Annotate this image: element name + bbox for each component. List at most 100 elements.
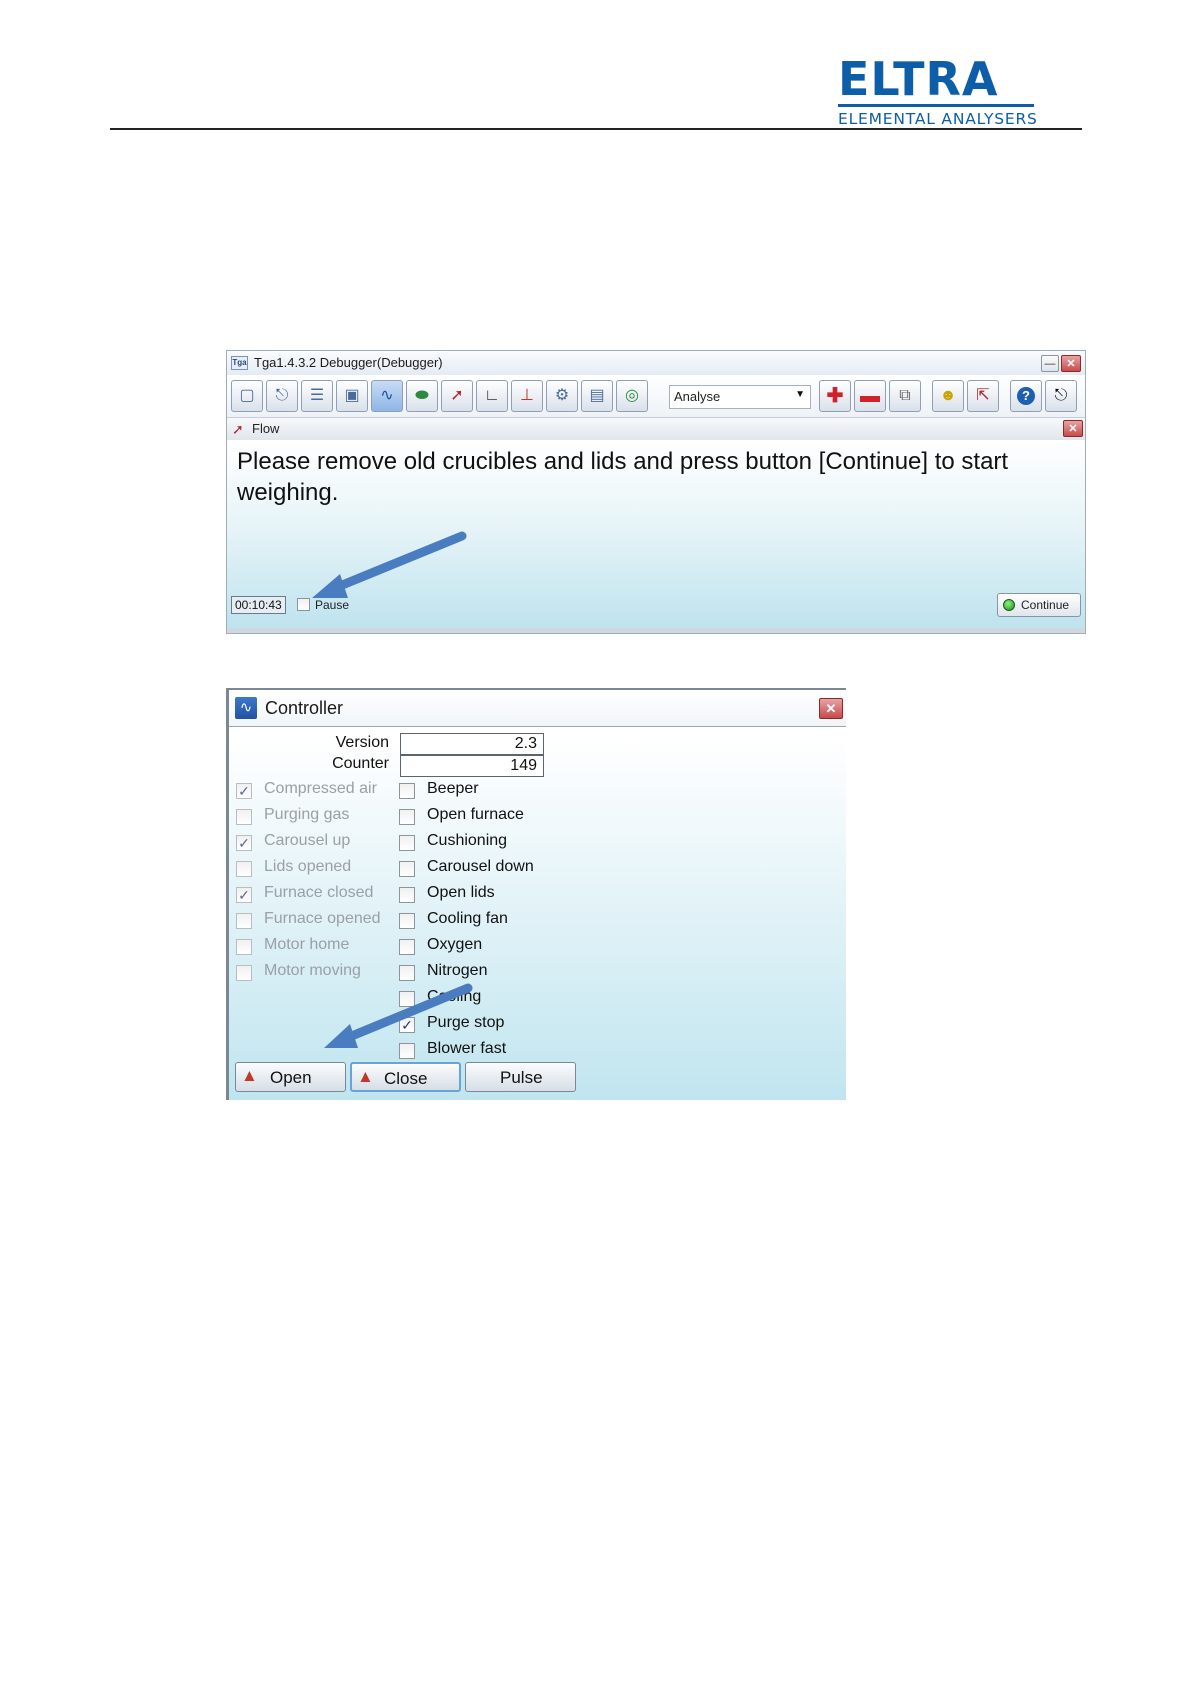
output-label: Nitrogen: [427, 962, 488, 979]
status-checkbox: [236, 861, 252, 877]
controller-icon: ∿: [380, 387, 394, 404]
exit-button[interactable]: ⎋: [1045, 380, 1077, 412]
controller-icon: ∿: [235, 697, 257, 719]
toolbar-controller-button[interactable]: ∿: [371, 380, 403, 412]
status-label: Motor moving: [264, 962, 361, 979]
cursor-button[interactable]: ⇱: [967, 380, 999, 412]
list-icon: ☰: [309, 387, 325, 404]
tga-debugger-window: Tga Tga1.4.3.2 Debugger(Debugger) — ✕ ▢ …: [226, 350, 1086, 634]
output-checkbox[interactable]: [399, 913, 415, 929]
toolbar-chart-button[interactable]: ∟: [476, 380, 508, 412]
minimize-button[interactable]: —: [1041, 355, 1059, 372]
output-label: Open furnace: [427, 806, 524, 823]
image-icon: ▣: [344, 387, 360, 404]
chart-icon: ∟: [484, 387, 500, 404]
output-checkbox[interactable]: [399, 991, 415, 1007]
status-checkbox: [236, 809, 252, 825]
status-label: Lids opened: [264, 858, 352, 875]
version-field: 2.3: [400, 733, 544, 755]
toolbar-target-button[interactable]: ◎: [616, 380, 648, 412]
pause-label: Pause: [315, 598, 350, 612]
status-checkbox: [236, 939, 252, 955]
output-checkbox[interactable]: [399, 783, 415, 799]
toolbar-oval-button[interactable]: ⬬: [406, 380, 438, 412]
toolbar-new-button[interactable]: ▢: [231, 380, 263, 412]
output-label: Cooling: [427, 988, 482, 1005]
status-checkbox: ✓: [236, 835, 252, 851]
output-checkbox[interactable]: [399, 835, 415, 851]
help-icon: ?: [1017, 387, 1035, 405]
status-label: Furnace closed: [264, 884, 374, 901]
toolbar-image-button[interactable]: ▣: [336, 380, 368, 412]
output-checkbox[interactable]: [399, 887, 415, 903]
status-checkbox: ✓: [236, 783, 252, 799]
open-button[interactable]: ▲ Open: [235, 1062, 346, 1092]
minimize-icon: —: [1044, 357, 1056, 370]
output-checkbox[interactable]: [399, 965, 415, 981]
toolbar-settings-button[interactable]: ⚙: [546, 380, 578, 412]
close-icon: ✕: [825, 700, 837, 716]
save-icon: ⎋: [275, 387, 289, 404]
toolbar-save-button[interactable]: ⎋: [266, 380, 298, 412]
plus-icon: ✚: [826, 385, 844, 407]
output-checkbox[interactable]: ✓: [399, 1017, 415, 1033]
output-label: Beeper: [427, 780, 479, 797]
output-label: Oxygen: [427, 936, 483, 953]
window-titlebar: Tga Tga1.4.3.2 Debugger(Debugger) — ✕: [227, 351, 1085, 376]
toolbar-list-button[interactable]: ☰: [301, 380, 333, 412]
add-button[interactable]: ✚: [819, 380, 851, 412]
toolbar-report-button[interactable]: ▤: [581, 380, 613, 412]
open-button-label: Open: [270, 1068, 312, 1087]
help-button[interactable]: ?: [1010, 380, 1042, 412]
toolbar-flow-button[interactable]: ➚: [441, 380, 473, 412]
controller-window: ∿ Controller ✕ Version 2.3 Counter 149 ✓…: [226, 688, 846, 1100]
chevron-down-icon: ▼: [795, 389, 805, 400]
target-icon: ◎: [625, 387, 639, 404]
output-checkbox[interactable]: [399, 939, 415, 955]
window-close-button[interactable]: ✕: [1061, 355, 1081, 372]
oval-icon: ⬬: [415, 387, 429, 404]
flow-close-button[interactable]: ✕: [1063, 420, 1083, 437]
header-divider: [110, 128, 1082, 130]
status-checkbox: ✓: [236, 887, 252, 903]
status-label: Motor home: [264, 936, 350, 953]
logo-rule: [838, 104, 1034, 107]
settings-icon: ⚙: [554, 387, 570, 404]
furnace-open-icon: ▲: [241, 1066, 258, 1085]
output-label: Cushioning: [427, 832, 508, 849]
output-checkbox[interactable]: [399, 1043, 415, 1059]
output-label: Cooling fan: [427, 910, 508, 927]
toolbar-temperature-button[interactable]: ⊥: [511, 380, 543, 412]
continue-label: Continue: [1021, 598, 1070, 612]
counter-field: 149: [400, 755, 544, 777]
output-label: Blower fast: [427, 1040, 507, 1057]
status-label: Compressed air: [264, 780, 377, 797]
app-icon: Tga: [231, 356, 248, 370]
close-button-label: Close: [384, 1069, 428, 1088]
pause-checkbox[interactable]: [297, 598, 310, 611]
cursor-icon: ⇱: [976, 387, 990, 404]
close-icon: ✕: [1066, 358, 1076, 370]
remove-button[interactable]: ▬: [854, 380, 886, 412]
pulse-button-label: Pulse: [500, 1068, 543, 1087]
output-checkbox[interactable]: [399, 809, 415, 825]
counter-label: Counter: [332, 755, 389, 772]
close-valve-button[interactable]: ▲ Close: [350, 1062, 461, 1092]
version-label: Version: [335, 734, 389, 751]
flow-panel-title: Flow: [252, 421, 280, 436]
user-button[interactable]: ☻: [932, 380, 964, 412]
elapsed-timer: 00:10:43: [231, 596, 286, 614]
pulse-button[interactable]: Pulse: [465, 1062, 576, 1092]
controller-close-button[interactable]: ✕: [819, 698, 843, 719]
close-icon: ✕: [1068, 423, 1078, 435]
report-icon: ▤: [589, 387, 605, 404]
copy-button[interactable]: ⧉: [889, 380, 921, 412]
exit-icon: ⎋: [1054, 387, 1068, 404]
flow-panel-header: ➚ Flow ✕: [227, 417, 1085, 441]
user-icon: ☻: [939, 387, 957, 404]
continue-button[interactable]: Continue: [997, 593, 1081, 617]
logo-subtitle: ELEMENTAL ANALYSERS: [838, 110, 1038, 128]
output-checkbox[interactable]: [399, 861, 415, 877]
mode-select[interactable]: Analyse ▼: [669, 385, 811, 409]
new-icon: ▢: [239, 387, 255, 404]
